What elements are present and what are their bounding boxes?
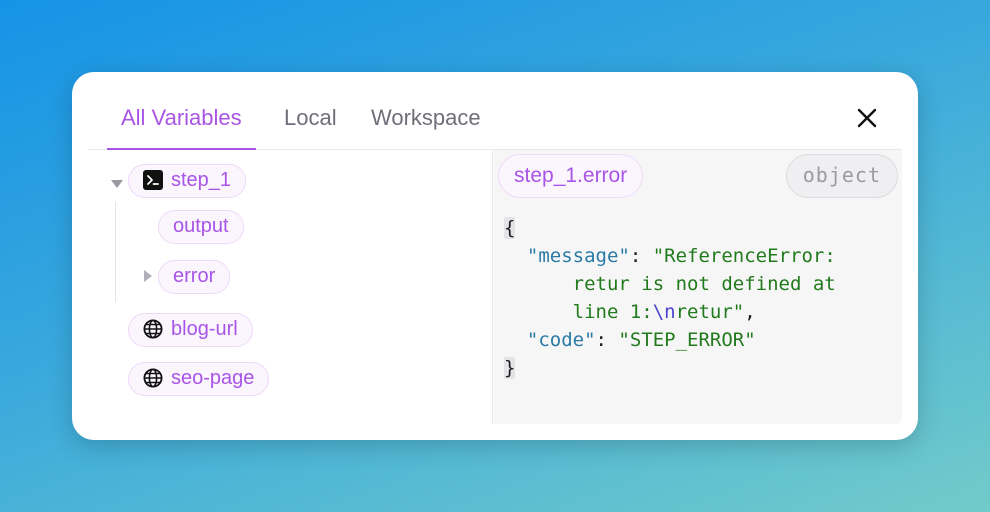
tree-item-label: step_1 <box>171 169 232 191</box>
tree-item-seo-page[interactable]: seo-page <box>128 362 270 396</box>
json-key-code: "code" <box>526 329 596 351</box>
tree-item-error[interactable]: error <box>158 260 231 294</box>
tab-workspace[interactable]: Workspace <box>371 88 481 150</box>
json-key-message: "message" <box>526 245 630 267</box>
globe-icon <box>143 319 163 339</box>
tab-bar: All Variables Local Workspace <box>88 88 902 151</box>
close-icon <box>857 108 877 128</box>
json-value-message-3a: line 1: <box>572 301 653 323</box>
tree-item-step[interactable]: step_1 <box>128 164 247 198</box>
variables-dialog: All Variables Local Workspace step_1 out… <box>72 72 918 440</box>
tree-item-output[interactable]: output <box>158 210 244 244</box>
json-escape-newline: \n <box>652 301 676 323</box>
expand-caret-icon[interactable] <box>144 270 152 282</box>
json-open-brace: { <box>504 217 516 239</box>
variable-path-badge: step_1.error <box>498 154 644 198</box>
json-value-message-2: retur is not defined at <box>572 273 836 295</box>
json-value-code: "STEP_ERROR" <box>618 329 756 351</box>
tree-item-label: blog-url <box>171 318 238 340</box>
collapse-caret-icon[interactable] <box>111 180 123 188</box>
tree-guide-line <box>115 202 116 302</box>
dialog-body: All Variables Local Workspace step_1 out… <box>88 88 902 424</box>
variable-tree: step_1 output error blog-url seo-page <box>88 150 493 424</box>
terminal-icon <box>143 170 163 190</box>
globe-icon <box>143 368 163 388</box>
tab-local[interactable]: Local <box>284 88 337 150</box>
json-value-message-3c: retur" <box>675 301 745 323</box>
json-close-brace: } <box>504 357 516 379</box>
json-viewer[interactable]: { "message": "ReferenceError: retur is n… <box>504 214 894 382</box>
close-button[interactable] <box>854 105 880 131</box>
tree-item-label: seo-page <box>171 367 255 389</box>
tab-all-variables[interactable]: All Variables <box>107 88 256 151</box>
tree-item-blog-url[interactable]: blog-url <box>128 313 253 347</box>
json-value-message-1: "ReferenceError: <box>652 245 836 267</box>
variable-inspector: step_1.error object { "message": "Refere… <box>494 150 902 424</box>
type-badge: object <box>785 154 898 198</box>
